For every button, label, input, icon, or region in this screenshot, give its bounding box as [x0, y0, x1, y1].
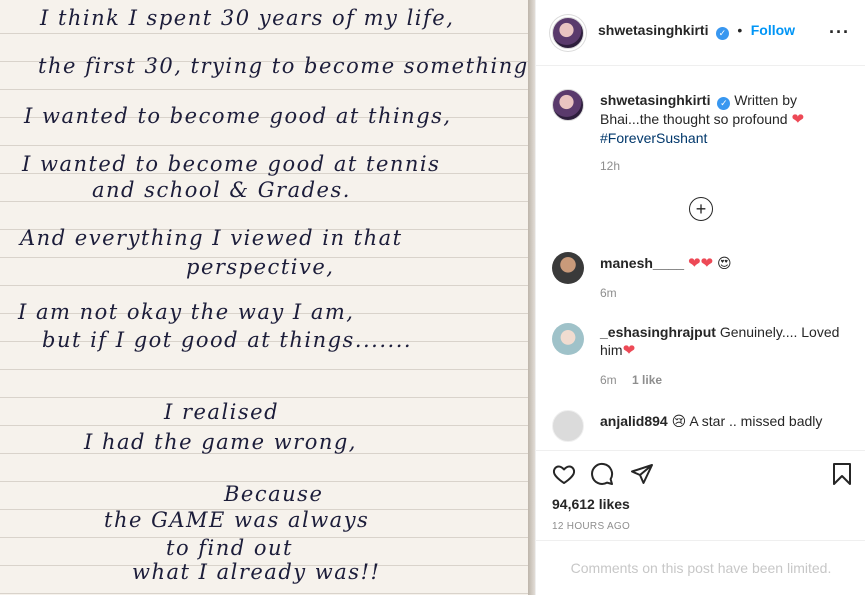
note-line: I realised	[164, 400, 280, 424]
commenter-username[interactable]: _eshasinghrajput	[600, 324, 716, 340]
follow-button[interactable]: Follow	[751, 22, 795, 38]
comments-limited-notice: Comments on this post have been limited.	[536, 540, 865, 595]
verified-badge-icon: ✓	[715, 27, 729, 40]
note-line: Because	[224, 482, 324, 506]
caption-time: 12h	[600, 159, 621, 173]
note-line: and school & Grades.	[92, 178, 351, 202]
post-sidebar: shwetasinghkirti ✓ • Follow ··· shwetasi…	[535, 0, 865, 595]
sad-face-emoji-icon: 😢	[671, 413, 687, 429]
caption-avatar[interactable]	[552, 89, 584, 121]
likes-count[interactable]: 94,612 likes	[552, 496, 630, 512]
comment-item: _eshasinghrajput Genuinely.... Loved him…	[552, 323, 852, 387]
note-line: to find out	[166, 536, 293, 560]
comment-likes[interactable]: 1 like	[632, 373, 662, 387]
note-line: the first 30, trying to become something…	[38, 54, 535, 78]
verified-badge-icon: ✓	[717, 97, 731, 110]
author-avatar[interactable]	[552, 17, 584, 49]
post-header: shwetasinghkirti ✓ • Follow ···	[536, 0, 865, 66]
note-line: And everything I viewed in that	[20, 226, 403, 250]
action-bar	[536, 450, 865, 451]
note-line: perspective,	[186, 255, 335, 279]
red-heart-icon: ❤	[791, 111, 805, 128]
note-line: I wanted to become good at things,	[24, 104, 452, 128]
commenter-avatar[interactable]	[552, 410, 584, 442]
note-line: I had the game wrong,	[84, 430, 357, 454]
heart-eyes-emoji-icon: 😍	[716, 255, 732, 271]
caption-username[interactable]: shwetasinghkirti	[600, 92, 710, 108]
notebook-paper: I think I spent 30 years of my life, the…	[0, 0, 535, 595]
note-line: I think I spent 30 years of my life,	[40, 6, 455, 30]
post-image[interactable]: I think I spent 30 years of my life, the…	[0, 0, 535, 595]
note-line: I wanted to become good at tennis	[22, 152, 441, 176]
commenter-avatar[interactable]	[552, 252, 584, 284]
comment-item: manesh____ ❤❤ 😍 6m	[552, 252, 852, 302]
comment-bubble-icon[interactable]	[590, 462, 614, 486]
plus-circle-icon: +	[695, 199, 707, 219]
comment-text: A star .. missed badly	[689, 413, 823, 429]
note-line: I am not okay the way I am,	[18, 300, 355, 324]
more-options-icon[interactable]: ···	[829, 22, 850, 43]
note-line: what I already was!!	[132, 560, 381, 584]
note-line: but if I got good at things.......	[42, 328, 413, 352]
commenter-username[interactable]: anjalid894	[600, 413, 668, 429]
note-line: the GAME was always	[104, 508, 370, 532]
hashtag-link[interactable]: #ForeverSushant	[600, 130, 707, 146]
paper-edge	[528, 0, 535, 595]
commenter-avatar[interactable]	[552, 323, 584, 355]
red-heart-icon: ❤❤	[687, 255, 714, 272]
red-heart-icon: ❤	[622, 342, 636, 359]
commenter-username[interactable]: manesh____	[600, 255, 684, 271]
comment-time: 6m	[600, 373, 617, 387]
comment-item: anjalid894 😢 A star .. missed badly	[552, 410, 852, 442]
load-more-comments-button[interactable]: +	[689, 197, 713, 221]
post-timestamp[interactable]: 12 HOURS AGO	[552, 521, 630, 532]
bookmark-icon[interactable]	[830, 462, 854, 486]
separator-dot: •	[737, 22, 743, 38]
author-username[interactable]: shwetasinghkirti	[598, 22, 708, 38]
comment-time: 6m	[600, 286, 617, 300]
heart-outline-icon[interactable]	[552, 462, 576, 486]
paper-plane-icon[interactable]	[630, 462, 654, 486]
